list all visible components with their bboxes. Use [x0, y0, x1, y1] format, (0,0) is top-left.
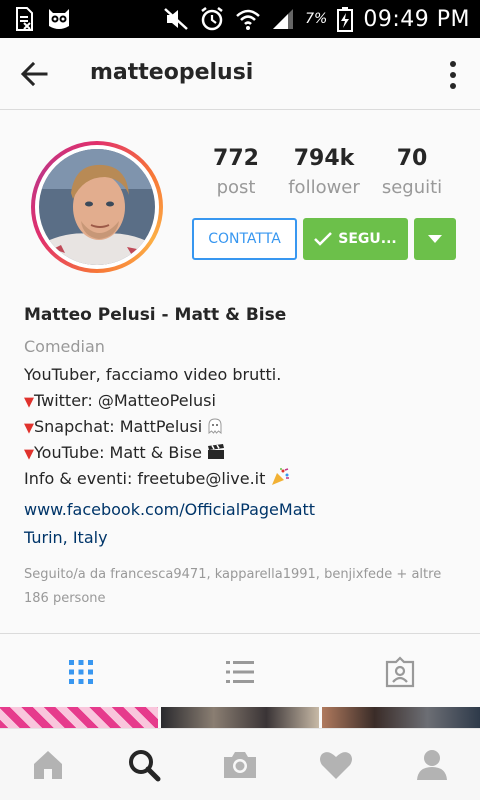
triangle-down-icon — [428, 235, 442, 243]
wifi-icon — [236, 9, 260, 30]
posts-count: 772 — [213, 146, 259, 171]
tagged-photos-icon[interactable] — [384, 656, 416, 688]
bio-line: ▼Snapchat: MattPelusi — [24, 414, 464, 440]
more-options-icon[interactable] — [448, 60, 458, 90]
clapperboard-icon — [208, 444, 225, 459]
stat-followers[interactable]: 794k follower — [274, 146, 374, 198]
owl-app-icon — [49, 9, 69, 29]
following-label: seguiti — [381, 177, 443, 198]
bio-line: ▼YouTube: Matt & Bise — [24, 440, 464, 466]
following-button[interactable]: SEGU... — [303, 218, 408, 260]
camera-icon[interactable] — [222, 747, 258, 783]
bio-line: YouTuber, facciamo video brutti. — [24, 365, 282, 384]
website-link[interactable]: www.facebook.com/OfficialPageMatt — [24, 496, 464, 524]
search-icon[interactable] — [126, 747, 162, 783]
stat-following[interactable]: 70 seguiti — [362, 146, 462, 198]
avatar-story-ring[interactable] — [31, 141, 163, 273]
posts-label: post — [216, 177, 256, 198]
profile-view-tabs — [0, 633, 480, 707]
following-button-label: SEGU... — [338, 231, 397, 247]
followers-label: follower — [288, 177, 360, 198]
profile-icon[interactable] — [414, 747, 450, 783]
sim-card-icon — [16, 7, 33, 31]
followers-count: 794k — [293, 146, 355, 171]
checkmark-icon — [314, 232, 333, 246]
battery-percent: 7% — [305, 11, 328, 27]
party-popper-icon — [272, 468, 290, 485]
stat-posts[interactable]: 772 post — [186, 146, 286, 198]
ghost-icon — [208, 418, 222, 435]
category-label: Comedian — [24, 337, 105, 356]
header-username: matteopelusi — [90, 60, 254, 85]
location-link[interactable]: Turin, Italy — [24, 524, 464, 552]
status-bar: 7% 09:49 PM — [0, 0, 480, 38]
red-triangle-icon: ▼ — [24, 421, 34, 436]
red-triangle-icon: ▼ — [24, 395, 34, 410]
back-arrow-icon[interactable] — [18, 58, 50, 90]
contact-button-label: CONTATTA — [208, 231, 281, 247]
signal-icon — [273, 9, 294, 29]
suggestions-dropdown-button[interactable] — [414, 218, 456, 260]
profile-bio: Matteo Pelusi - Matt & Bise Comedian You… — [24, 300, 464, 552]
list-view-icon[interactable] — [224, 656, 256, 688]
avatar[interactable] — [39, 149, 155, 265]
clock: 09:49 PM — [363, 6, 470, 32]
home-icon[interactable] — [30, 747, 66, 783]
profile-header: matteopelusi — [0, 38, 480, 110]
battery-charging-icon — [337, 7, 354, 32]
bottom-navigation — [0, 728, 480, 800]
following-count: 70 — [396, 146, 428, 171]
bio-line: ▼Twitter: @MatteoPelusi — [24, 391, 216, 410]
mute-icon — [164, 8, 188, 30]
red-triangle-icon: ▼ — [24, 447, 34, 462]
contact-button[interactable]: CONTATTA — [192, 218, 297, 260]
heart-activity-icon[interactable] — [318, 747, 354, 783]
followed-by-text[interactable]: Seguito/a da francesca9471, kapparella19… — [24, 563, 444, 611]
full-name: Matteo Pelusi - Matt & Bise — [24, 305, 287, 325]
grid-view-icon[interactable] — [65, 656, 97, 688]
bio-line: Info & eventi: freetube@live.it — [24, 466, 464, 492]
alarm-icon — [201, 7, 223, 31]
